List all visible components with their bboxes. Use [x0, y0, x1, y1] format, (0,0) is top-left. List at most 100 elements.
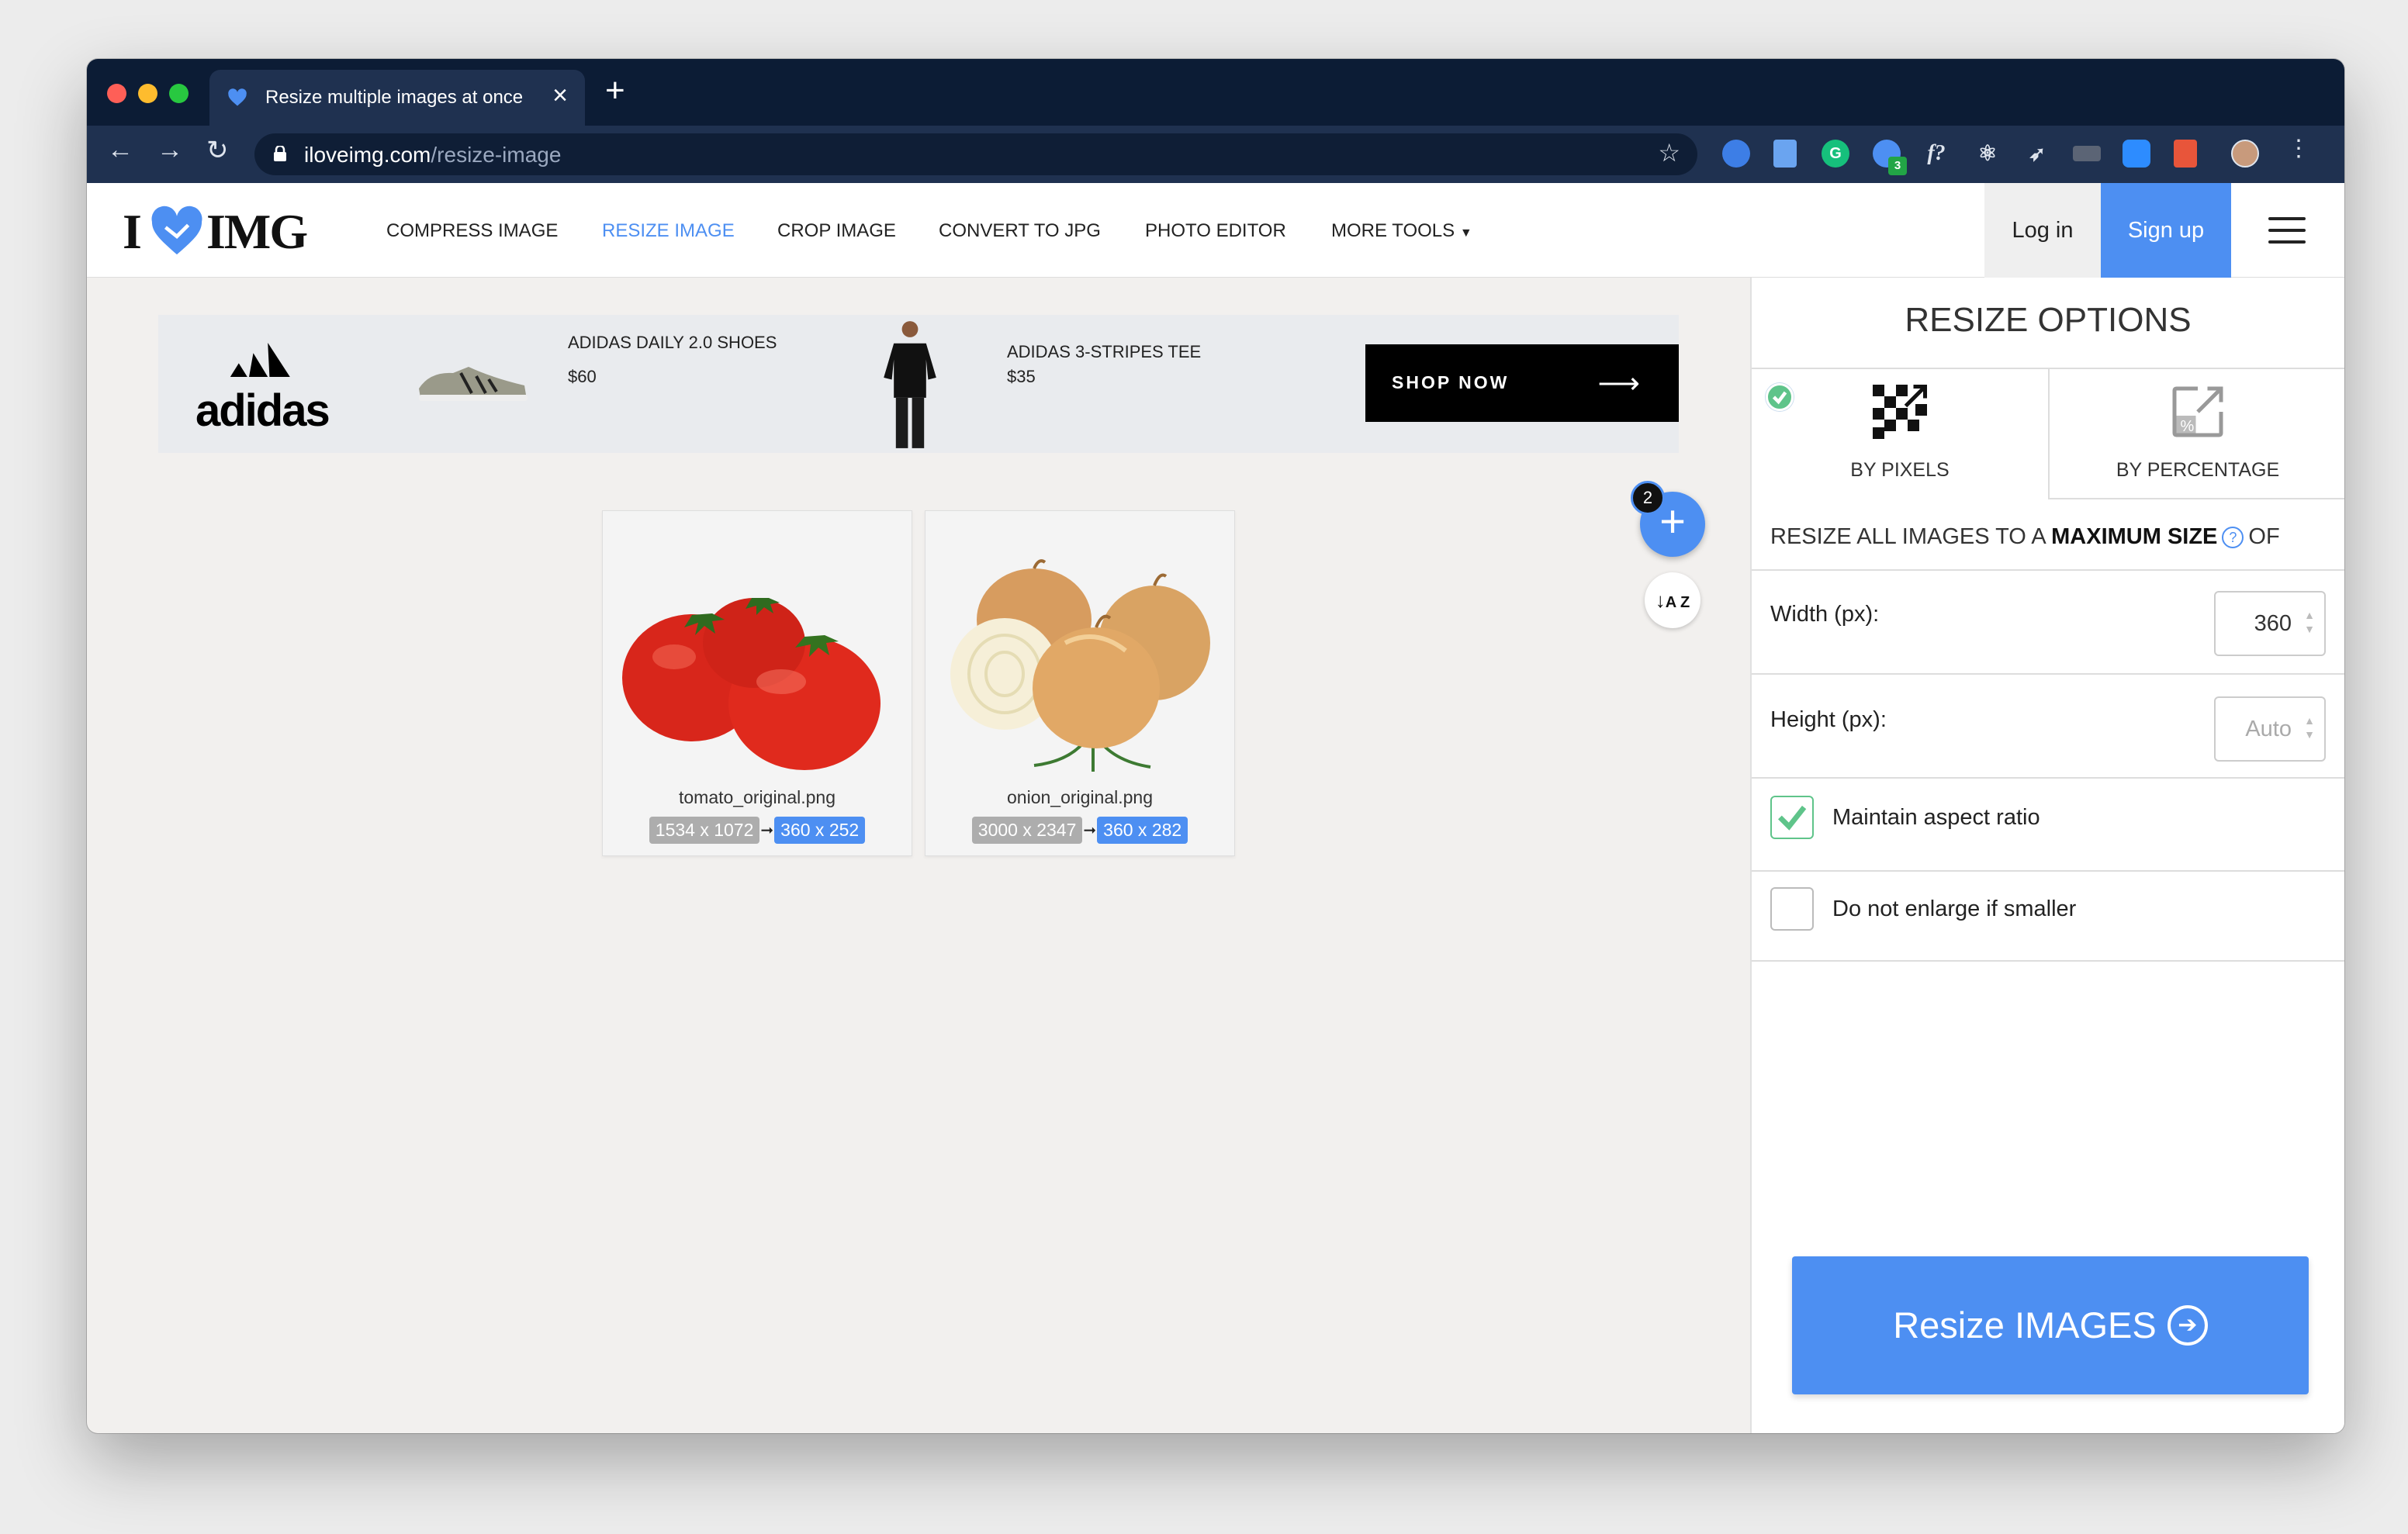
- tab-title: Resize multiple images at once: [265, 87, 524, 108]
- help-question-icon[interactable]: ?: [2222, 527, 2244, 549]
- login-button[interactable]: Log in: [1984, 183, 2101, 278]
- nav-more-tools[interactable]: MORE TOOLS ▼: [1331, 220, 1472, 242]
- nav-convert-to-jpg[interactable]: CONVERT TO JPG: [939, 220, 1101, 242]
- nav-resize-image[interactable]: RESIZE IMAGE: [602, 220, 735, 242]
- close-tab-icon[interactable]: ×: [552, 81, 568, 111]
- selected-check-icon: [1766, 383, 1794, 411]
- resize-options-panel: RESIZE OPTIONS BY PIXELS % BY PERCENTAGE…: [1750, 278, 2344, 1433]
- browser-menu-icon[interactable]: ⋮: [2287, 135, 2310, 162]
- image-card[interactable]: onion_original.png 3000 x 2347 ➞ 360 x 282: [925, 510, 1235, 856]
- tomato-thumbnail: [622, 598, 881, 770]
- reload-icon[interactable]: ↻: [206, 135, 229, 166]
- site-header: I IMG COMPRESS IMAGE RESIZE IMAGE CROP I…: [87, 183, 2344, 278]
- no-enlarge-checkbox[interactable]: [1770, 887, 1814, 931]
- nav-photo-editor[interactable]: PHOTO EDITOR: [1145, 220, 1286, 242]
- mode-by-percentage[interactable]: % BY PERCENTAGE: [2050, 368, 2344, 499]
- browser-window: Resize multiple images at once × + ← → ↻…: [87, 59, 2344, 1433]
- extension-gray-icon[interactable]: [2073, 146, 2101, 161]
- checkmark-icon: [1778, 805, 1807, 831]
- stepper-icon[interactable]: ▲ ▼: [2304, 713, 2315, 741]
- minimize-window-button[interactable]: [138, 84, 157, 103]
- caret-down-icon: ▼: [1459, 226, 1472, 240]
- grammarly-extension-icon[interactable]: G: [1822, 140, 1849, 168]
- adidas-stripes-icon: [230, 343, 290, 377]
- file-count-badge: 2: [1631, 481, 1665, 515]
- no-enlarge-row: Do not enlarge if smaller: [1752, 870, 2344, 962]
- maintain-aspect-label[interactable]: Maintain aspect ratio: [1832, 805, 2040, 831]
- workspace: adidas ADIDAS DAILY 2.0 SHOES $60 ADIDAS…: [87, 278, 1750, 1433]
- original-dimensions: 3000 x 2347: [971, 817, 1083, 844]
- mode-pixels-label: BY PIXELS: [1850, 459, 1950, 481]
- height-input[interactable]: Auto ▲ ▼: [2214, 696, 2326, 762]
- back-arrow-icon[interactable]: ←: [107, 135, 133, 165]
- zoom-extension-icon[interactable]: [2123, 140, 2150, 168]
- original-dimensions: 1534 x 1072: [649, 817, 760, 844]
- shop-now-label: SHOP NOW: [1392, 372, 1510, 392]
- sort-az-icon: ↓A Z: [1655, 589, 1690, 612]
- no-enlarge-label[interactable]: Do not enlarge if smaller: [1832, 897, 2076, 922]
- arrow-circle-right-icon: ➔: [2167, 1304, 2208, 1346]
- resize-instruction: RESIZE ALL IMAGES TO A MAXIMUM SIZE? OF: [1770, 524, 2280, 549]
- height-row: Height (px): Auto ▲ ▼: [1752, 673, 2344, 777]
- browser-tab[interactable]: Resize multiple images at once ×: [209, 70, 585, 126]
- logo-text-img: IMG: [206, 204, 308, 259]
- resized-dimensions: 360 x 252: [774, 817, 866, 844]
- shop-now-button[interactable]: SHOP NOW ⟶: [1365, 344, 1679, 422]
- onion-thumbnail: [950, 559, 1210, 772]
- close-window-button[interactable]: [107, 84, 126, 103]
- rocket-extension-icon[interactable]: ➶: [2023, 140, 2051, 168]
- dimension-row: 1534 x 1072 ➞ 360 x 252: [603, 817, 912, 844]
- sort-az-button[interactable]: ↓A Z: [1645, 572, 1700, 628]
- extension-document-icon[interactable]: [1773, 140, 1797, 168]
- bookmark-star-icon[interactable]: ☆: [1658, 138, 1680, 168]
- ad-product-2-name: ADIDAS 3-STRIPES TEE: [1007, 342, 1202, 361]
- height-label: Height (px):: [1770, 707, 1887, 732]
- arrow-right-icon: ➞: [760, 822, 774, 839]
- heart-favicon-icon: [228, 88, 247, 106]
- extension-red-icon[interactable]: [2174, 140, 2197, 168]
- website: I IMG COMPRESS IMAGE RESIZE IMAGE CROP I…: [87, 183, 2344, 1433]
- logo-letter-i: I: [123, 204, 142, 259]
- resized-dimensions: 360 x 282: [1097, 817, 1188, 844]
- resize-images-button[interactable]: Resize IMAGES ➔: [1792, 1256, 2309, 1394]
- url-text: iloveimg.com/resize-image: [304, 143, 562, 167]
- ad-product-1: ADIDAS DAILY 2.0 SHOES $60: [568, 326, 777, 394]
- shoe-product-image: [419, 367, 528, 401]
- advertisement-banner[interactable]: adidas ADIDAS DAILY 2.0 SHOES $60 ADIDAS…: [158, 315, 1679, 453]
- adidas-wordmark: adidas: [195, 385, 330, 436]
- tshirt-model-image: [884, 321, 936, 448]
- profile-avatar[interactable]: [2231, 140, 2259, 168]
- new-tab-button[interactable]: +: [605, 71, 625, 110]
- width-row: Width (px): 360 ▲ ▼: [1752, 569, 2344, 673]
- aspect-ratio-row: Maintain aspect ratio: [1752, 777, 2344, 870]
- react-extension-icon[interactable]: ⚛: [1974, 140, 2001, 168]
- stepper-icon[interactable]: ▲ ▼: [2304, 608, 2315, 636]
- mode-percentage-label: BY PERCENTAGE: [2116, 459, 2280, 481]
- extension-blue-circle-icon[interactable]: [1722, 140, 1750, 168]
- formula-extension-icon[interactable]: f?: [1922, 140, 1950, 168]
- nav-crop-image[interactable]: CROP IMAGE: [777, 220, 896, 242]
- address-bar[interactable]: iloveimg.com/resize-image ☆: [254, 133, 1697, 175]
- percentage-icon: %: [2172, 386, 2223, 437]
- width-label: Width (px):: [1770, 602, 1880, 627]
- heart-logo-icon: [151, 206, 202, 255]
- panel-title: RESIZE OPTIONS: [1905, 301, 2192, 339]
- signup-button[interactable]: Sign up: [2101, 183, 2231, 278]
- dimension-row: 3000 x 2347 ➞ 360 x 282: [925, 817, 1234, 844]
- arrow-right-icon: ➞: [1083, 822, 1097, 839]
- hamburger-menu-icon[interactable]: [2268, 217, 2306, 244]
- maintain-aspect-checkbox[interactable]: [1770, 796, 1814, 839]
- iloveimg-logo[interactable]: I IMG: [123, 203, 324, 259]
- zoom-window-button[interactable]: [169, 84, 189, 103]
- mode-by-pixels[interactable]: BY PIXELS: [1752, 368, 2050, 499]
- ad-product-1-name: ADIDAS DAILY 2.0 SHOES: [568, 333, 777, 352]
- image-card[interactable]: tomato_original.png 1534 x 1072 ➞ 360 x 25…: [602, 510, 912, 856]
- width-input[interactable]: 360 ▲ ▼: [2214, 591, 2326, 656]
- forward-arrow-icon[interactable]: →: [157, 135, 183, 165]
- svg-text:%: %: [2181, 418, 2195, 435]
- ad-product-2: ADIDAS 3-STRIPES TEE $35: [1007, 335, 1201, 394]
- file-name: onion_original.png: [1007, 787, 1153, 807]
- nav-compress-image[interactable]: COMPRESS IMAGE: [386, 220, 558, 242]
- browser-toolbar: ← → ↻ iloveimg.com/resize-image ☆ G 3 f?…: [87, 126, 2344, 183]
- extension-count-badge: 3: [1888, 157, 1907, 175]
